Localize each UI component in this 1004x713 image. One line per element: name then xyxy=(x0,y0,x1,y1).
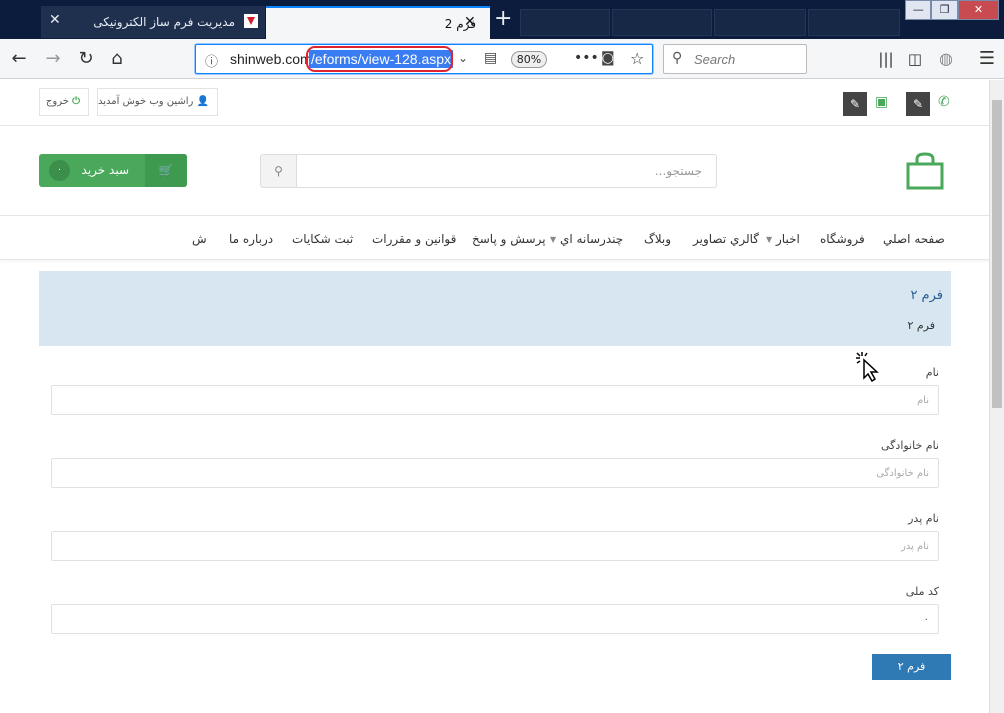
url-highlight-circle xyxy=(306,46,453,72)
search-placeholder: Search xyxy=(694,52,736,67)
background-tab[interactable] xyxy=(520,9,610,36)
close-tab-icon[interactable]: ✕ xyxy=(49,12,61,28)
user-icon: 👤 xyxy=(196,96,209,107)
search-icon: ⚲ xyxy=(672,50,683,66)
browser-tab-inactive[interactable]: مدیریت فرم ساز الکترونیکی ✕ xyxy=(41,6,265,38)
shopping-bag-logo-icon xyxy=(906,152,944,190)
close-window-icon[interactable]: ✕ xyxy=(957,0,999,20)
bookmark-star-icon[interactable]: ☆ xyxy=(630,49,644,68)
phone-icon: ✆ xyxy=(938,94,950,110)
search-icon: ⚲ xyxy=(274,164,283,178)
home-icon[interactable]: ⌂ xyxy=(105,47,129,71)
browser-tab-active[interactable]: فرم 2 ✕ xyxy=(266,6,490,39)
pocket-icon[interactable]: ◙ xyxy=(601,50,615,66)
menu-item[interactable]: پرسش و پاسخ xyxy=(472,232,546,246)
site-search-placeholder: جستجو... xyxy=(654,164,702,178)
info-icon[interactable]: ⓘ xyxy=(205,51,218,70)
forward-icon[interactable]: → xyxy=(41,47,65,71)
welcome-link[interactable]: 👤 راشین وب خوش آمدید xyxy=(97,88,218,116)
menu-item[interactable]: اخبار xyxy=(776,232,800,246)
menu-item[interactable]: گالري تصاوير xyxy=(693,232,759,246)
library-icon[interactable]: ||| xyxy=(874,47,898,71)
site-favicon-icon xyxy=(244,14,258,28)
browser-search-box[interactable]: ⚲ Search xyxy=(663,44,807,74)
url-bar[interactable]: ⓘ shinweb.com /eforms/view-128.aspx ⌄ ▤ … xyxy=(195,44,653,74)
menu-item[interactable]: قوانين و مقررات xyxy=(372,232,456,246)
mouse-cursor-icon xyxy=(856,352,879,382)
menu-item[interactable]: چندرسانه اي xyxy=(560,232,623,246)
father-name-placeholder: نام پدر xyxy=(900,541,929,552)
logout-button[interactable]: ⏻ خروج xyxy=(39,88,89,116)
menu-item[interactable]: وبلاگ xyxy=(644,232,671,246)
reader-view-icon[interactable]: ▤ xyxy=(484,50,497,66)
browser-tab-bar: مدیریت فرم ساز الکترونیکی ✕ فرم 2 ✕ + — … xyxy=(0,0,1004,39)
national-code-input[interactable]: ۰ xyxy=(51,604,939,634)
menu-icon[interactable]: ☰ xyxy=(975,47,999,71)
name-input[interactable]: نام xyxy=(51,385,939,415)
edit-icon[interactable]: ✎ xyxy=(906,92,930,116)
site-search-button[interactable]: ⚲ xyxy=(260,154,297,188)
zoom-level[interactable]: 80% xyxy=(511,51,547,68)
browser-toolbar: ← → ↻ ⌂ ⓘ shinweb.com /eforms/view-128.a… xyxy=(0,39,1004,79)
field-label-national-code: کد ملی xyxy=(905,585,939,598)
window-controls: — ❐ ✕ xyxy=(905,0,999,20)
form-header-panel: فرم ۲ فرم ۲ xyxy=(39,271,951,346)
cart-button[interactable]: ۰ سبد خرید 🛒 xyxy=(39,154,187,187)
menu-item[interactable]: ثبت شكايات xyxy=(292,232,353,246)
name-placeholder: نام xyxy=(916,395,929,406)
dropdown-chevron-icon[interactable]: ⌄ xyxy=(458,51,468,65)
cart-count-badge: ۰ xyxy=(49,160,70,181)
form-subtitle: فرم ۲ xyxy=(907,319,935,332)
field-label-family: نام خانوادگی xyxy=(881,439,939,452)
site-search-input[interactable]: جستجو... xyxy=(296,154,717,188)
dropdown-caret-icon: ▼ xyxy=(550,235,557,244)
power-icon: ⏻ xyxy=(72,96,80,107)
main-menu: صفحه اصلي فروشگاه اخبار ▼ گالري تصاوير و… xyxy=(0,216,989,260)
field-label-father: نام پدر xyxy=(908,512,939,525)
page-actions-icon[interactable]: ••• xyxy=(574,50,599,66)
welcome-label: راشین وب خوش آمدید xyxy=(97,96,194,107)
site-top-bar: ⏻ خروج 👤 راشین وب خوش آمدید ✎ ▣ ✎ ✆ xyxy=(0,80,989,126)
background-tab[interactable] xyxy=(808,9,900,36)
minimize-icon[interactable]: — xyxy=(905,0,932,20)
new-tab-icon[interactable]: + xyxy=(494,8,512,30)
form-title: فرم ۲ xyxy=(910,288,943,303)
submit-button[interactable]: فرم ۲ xyxy=(872,654,951,680)
scrollbar-thumb[interactable] xyxy=(992,100,1002,408)
logout-label: خروج xyxy=(45,96,69,107)
back-icon[interactable]: ← xyxy=(7,47,31,71)
cart-label: سبد خرید xyxy=(81,163,129,177)
maximize-icon[interactable]: ❐ xyxy=(931,0,958,20)
background-tab[interactable] xyxy=(714,9,806,36)
field-label-name: نام xyxy=(925,366,939,379)
menu-item[interactable]: صفحه اصلي xyxy=(883,232,945,246)
national-code-value: ۰ xyxy=(923,614,929,625)
menu-item[interactable]: فروشگاه xyxy=(820,232,865,246)
site-header: ۰ سبد خرید 🛒 ⚲ جستجو... xyxy=(0,126,989,216)
sidebar-icon[interactable]: ◫ xyxy=(903,47,927,71)
tab-title: مدیریت فرم ساز الکترونیکی xyxy=(93,15,235,29)
background-tab[interactable] xyxy=(612,9,712,36)
globe-icon[interactable]: ◍ xyxy=(934,47,958,71)
menu-item[interactable]: درباره ما xyxy=(229,232,273,246)
close-tab-icon[interactable]: ✕ xyxy=(464,14,476,30)
edit-icon[interactable]: ✎ xyxy=(843,92,867,116)
web-page: ⏻ خروج 👤 راشین وب خوش آمدید ✎ ▣ ✎ ✆ ۰ سب… xyxy=(0,80,989,713)
reload-icon[interactable]: ↻ xyxy=(74,47,98,71)
family-name-placeholder: نام خانوادگی xyxy=(876,468,929,479)
family-name-input[interactable]: نام خانوادگی xyxy=(51,458,939,488)
url-host: shinweb.com xyxy=(230,51,312,67)
father-name-input[interactable]: نام پدر xyxy=(51,531,939,561)
menu-item[interactable]: ش xyxy=(192,232,207,246)
dropdown-caret-icon: ▼ xyxy=(766,235,773,244)
phone-book-icon: ▣ xyxy=(875,94,889,110)
cart-icon: 🛒 xyxy=(145,154,187,187)
